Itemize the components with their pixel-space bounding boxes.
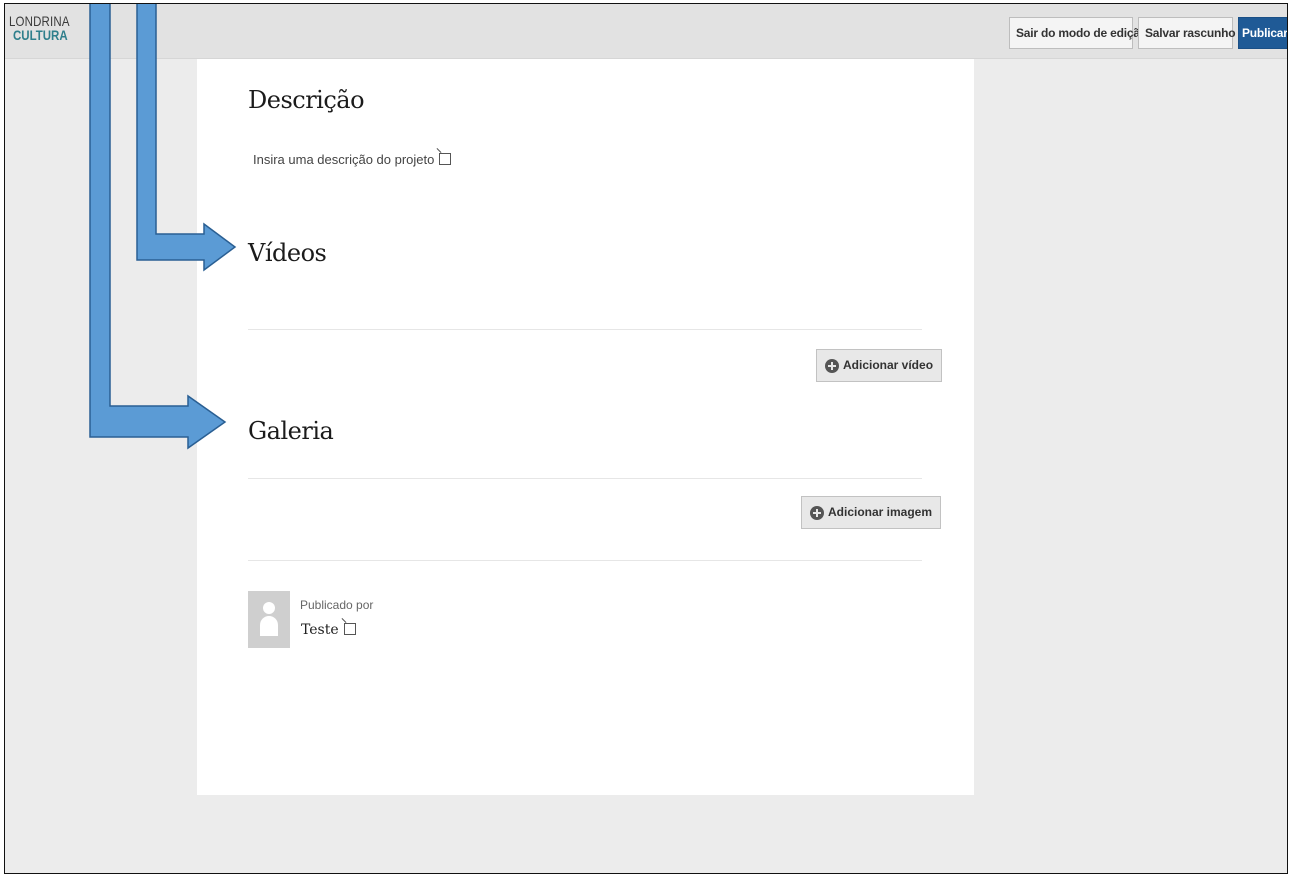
annotation-arrows <box>89 4 237 450</box>
arrow-to-videos <box>136 4 237 272</box>
screenshot-frame: LONDRINA CULTURA Sair do modo de edição … <box>4 3 1288 874</box>
